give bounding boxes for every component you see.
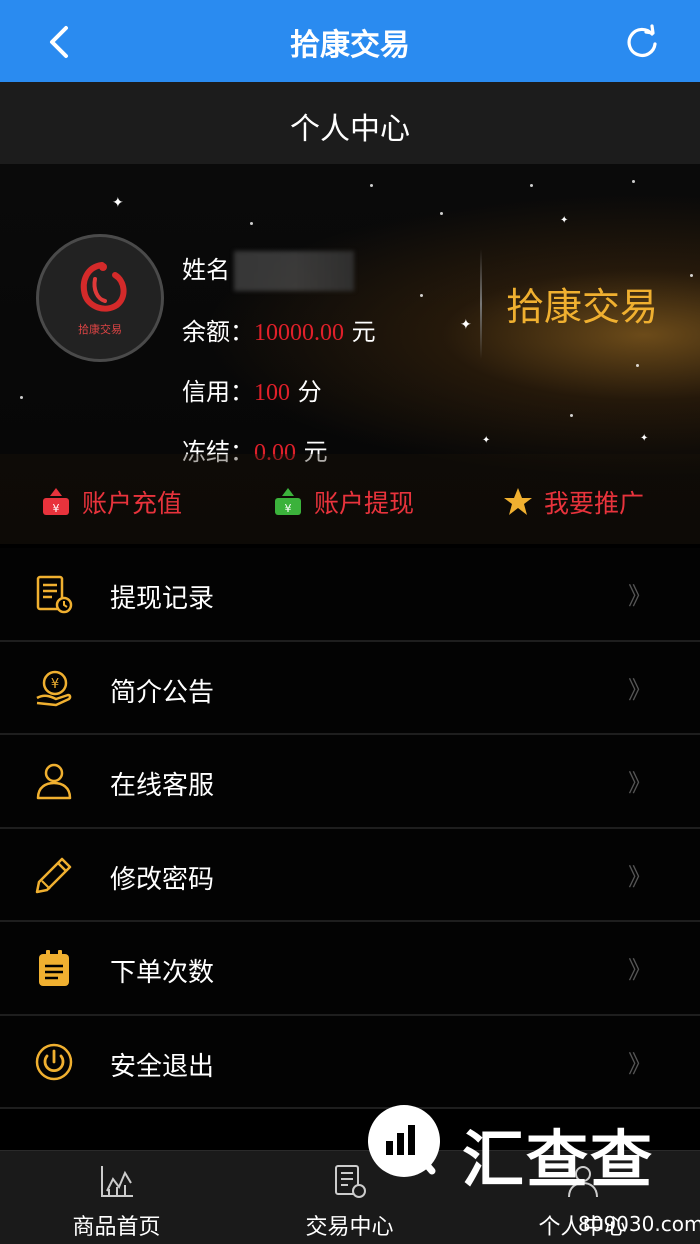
star-dot <box>570 414 573 417</box>
record-icon <box>36 575 73 614</box>
menu-list: 提现记录 》 ¥ 简介公告 》 在线客服 》 修改密码 》 下单次数 》 安全退… <box>0 548 700 1109</box>
avatar-logo-text: 拾康交易 <box>78 323 122 336</box>
money-hand-icon: ¥ <box>36 670 72 706</box>
user-icon <box>36 763 72 800</box>
balance-label: 余额： <box>182 318 254 346</box>
menu-item-customer-service[interactable]: 在线客服 》 <box>0 735 700 829</box>
chevron-right-icon: 》 <box>628 675 652 704</box>
menu-label: 在线客服 <box>110 771 215 801</box>
star-dot <box>530 184 533 187</box>
promote-label: 我要推广 <box>544 489 645 518</box>
svg-text:¥: ¥ <box>53 502 60 515</box>
brand-name: 拾康交易 <box>506 285 659 329</box>
top-nav-bar: 拾康交易 <box>0 0 700 82</box>
watermark-url: 809030.com <box>578 1212 700 1236</box>
chevron-right-icon: 》 <box>628 862 652 891</box>
tab-label: 商品首页 <box>72 1215 161 1240</box>
menu-label: 简介公告 <box>110 677 215 708</box>
document-icon <box>335 1165 366 1198</box>
action-bar: ¥ 账户充值 ¥ 账户提现 我要推广 <box>0 454 700 544</box>
name-label: 姓名 <box>182 256 230 284</box>
credit-row: 信用：100 分 <box>182 372 322 407</box>
page-header: 个人中心 <box>0 82 700 164</box>
page-title: 个人中心 <box>290 112 410 147</box>
svg-text:¥: ¥ <box>51 677 59 692</box>
sparkle-decoration: ✦ <box>112 195 124 211</box>
credit-label: 信用： <box>182 378 254 406</box>
profile-card: ✦ ✦ ✦ ✦ ✦ 拾康交易 姓名 余额：10000.00 元 信用：100 分… <box>0 164 700 544</box>
sparkle-decoration: ✦ <box>482 435 491 446</box>
star-dot <box>636 364 639 367</box>
tab-home[interactable]: 商品首页 <box>0 1151 233 1244</box>
chevron-right-icon: 》 <box>628 582 652 610</box>
watermark-brand: 汇查查 <box>462 1123 655 1196</box>
star-dot <box>420 294 423 297</box>
star-dot <box>440 212 443 215</box>
app-title: 拾康交易 <box>290 28 410 63</box>
menu-item-logout[interactable]: 安全退出 》 <box>0 1015 700 1109</box>
balance-unit: 元 <box>351 318 376 346</box>
menu-item-change-password[interactable]: 修改密码 》 <box>0 828 700 922</box>
sparkle-decoration: ✦ <box>460 317 472 333</box>
star-dot <box>20 396 23 399</box>
menu-label: 下单次数 <box>110 958 215 988</box>
refresh-icon[interactable] <box>622 22 662 62</box>
credit-unit: 分 <box>297 378 322 406</box>
star-dot <box>250 222 253 225</box>
balance-row: 余额：10000.00 元 <box>182 312 376 347</box>
clipboard-icon <box>39 950 69 986</box>
avatar: 拾康交易 <box>36 234 164 362</box>
name-row: 姓名 <box>182 250 354 291</box>
withdraw-icon: ¥ <box>275 488 301 515</box>
menu-label: 提现记录 <box>110 584 215 614</box>
promote-button[interactable]: 我要推广 <box>502 484 644 520</box>
withdraw-button[interactable]: ¥ 账户提现 <box>272 484 414 520</box>
watermark-logo-icon <box>368 1105 440 1177</box>
deposit-button[interactable]: ¥ 账户充值 <box>40 484 182 520</box>
credit-value: 100 <box>254 380 290 406</box>
chevron-right-icon: 》 <box>628 956 652 984</box>
power-icon <box>35 1043 73 1080</box>
deposit-label: 账户充值 <box>82 489 183 518</box>
star-dot <box>370 184 373 187</box>
watermark: 汇查查 <box>368 1105 668 1196</box>
balance-value: 10000.00 <box>254 320 344 346</box>
menu-label: 安全退出 <box>110 1051 215 1082</box>
chart-icon <box>101 1166 133 1197</box>
pencil-icon <box>35 857 72 893</box>
svg-text:¥: ¥ <box>285 502 292 515</box>
menu-item-order-count[interactable]: 下单次数 》 <box>0 922 700 1016</box>
sparkle-decoration: ✦ <box>640 433 649 444</box>
menu-item-withdraw-records[interactable]: 提现记录 》 <box>0 548 700 642</box>
tab-label: 交易中心 <box>305 1215 394 1240</box>
sparkle-decoration: ✦ <box>560 215 569 226</box>
star-icon <box>504 488 532 515</box>
star-dot <box>690 274 693 277</box>
vertical-divider <box>480 249 482 359</box>
star-dot <box>632 180 635 183</box>
withdraw-label: 账户提现 <box>314 489 415 518</box>
chevron-right-icon: 》 <box>628 769 652 797</box>
phoenix-logo-icon <box>80 262 127 312</box>
chevron-right-icon: 》 <box>628 1049 652 1078</box>
menu-label: 修改密码 <box>110 864 215 895</box>
deposit-icon: ¥ <box>43 488 69 515</box>
bar-chart-icon <box>386 1125 436 1175</box>
menu-item-announcements[interactable]: ¥ 简介公告 》 <box>0 641 700 735</box>
name-value-redacted <box>234 251 354 291</box>
